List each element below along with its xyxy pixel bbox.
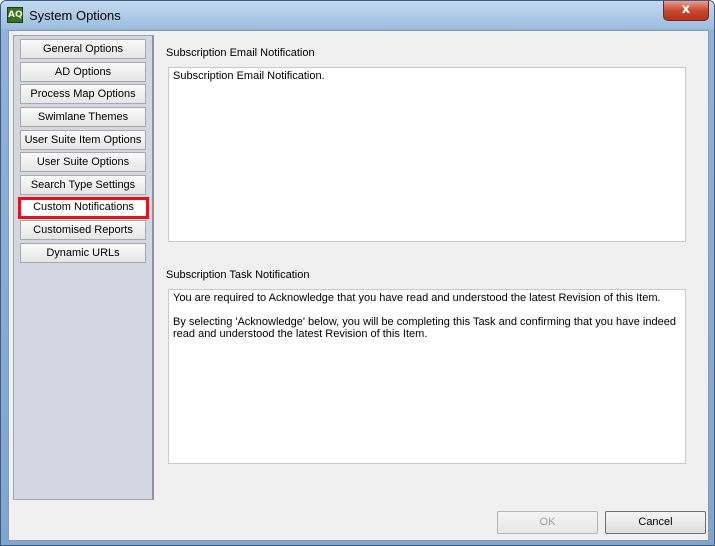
email-notification-label: Subscription Email Notification: [166, 47, 315, 59]
sidebar-item-user-suite-options[interactable]: User Suite Options: [20, 152, 146, 172]
sidebar-item-search-type-settings[interactable]: Search Type Settings: [20, 175, 146, 195]
sidebar-item-dynamic-urls[interactable]: Dynamic URLs: [20, 243, 146, 263]
title-bar[interactable]: AQ System Options x: [1, 1, 714, 29]
task-notification-textarea[interactable]: You are required to Acknowledge that you…: [168, 289, 686, 464]
task-notification-label: Subscription Task Notification: [166, 269, 310, 281]
window-title: System Options: [29, 8, 121, 23]
sidebar-item-swimlane-themes[interactable]: Swimlane Themes: [20, 107, 146, 127]
options-sidebar: General Options AD Options Process Map O…: [13, 35, 154, 500]
task-notification-paragraph-2: By selecting 'Acknowledge' below, you wi…: [173, 316, 676, 340]
email-notification-text: Subscription Email Notification.: [173, 70, 325, 82]
sidebar-item-general-options[interactable]: General Options: [20, 39, 146, 59]
cancel-button[interactable]: Cancel: [605, 511, 706, 534]
sidebar-item-ad-options[interactable]: AD Options: [20, 62, 146, 82]
sidebar-item-custom-notifications[interactable]: Custom Notifications: [18, 197, 149, 219]
app-icon: AQ: [7, 7, 23, 23]
dialog-body: General Options AD Options Process Map O…: [8, 30, 709, 541]
custom-notifications-panel: Subscription Email Notification Subscrip…: [154, 35, 702, 498]
email-notification-textarea[interactable]: Subscription Email Notification.: [168, 67, 686, 242]
system-options-window: AQ System Options x General Options AD O…: [0, 0, 715, 546]
task-notification-paragraph-1: You are required to Acknowledge that you…: [173, 292, 661, 304]
sidebar-item-customised-reports[interactable]: Customised Reports: [20, 220, 146, 240]
close-button[interactable]: x: [663, 1, 709, 21]
sidebar-item-user-suite-item-options[interactable]: User Suite Item Options: [20, 130, 146, 150]
sidebar-item-process-map-options[interactable]: Process Map Options: [20, 84, 146, 104]
ok-button[interactable]: OK: [497, 511, 598, 534]
